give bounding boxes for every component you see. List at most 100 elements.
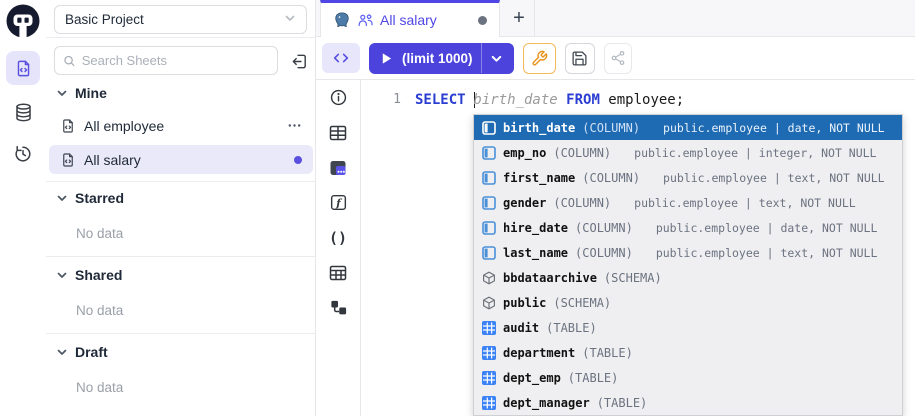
chevron-down-icon[interactable] bbox=[490, 52, 503, 65]
completion-item[interactable]: birth_date (COLUMN) public.employee | da… bbox=[474, 115, 902, 140]
completion-item[interactable]: gender (COLUMN) public.employee | text, … bbox=[474, 190, 902, 215]
rail-database-button[interactable] bbox=[6, 95, 40, 129]
completion-name: dept_emp bbox=[503, 371, 561, 385]
section-header-mine[interactable]: Mine bbox=[56, 85, 107, 101]
table-grid-icon bbox=[482, 371, 496, 385]
completion-name: birth_date bbox=[503, 121, 575, 135]
function-button[interactable]: f bbox=[328, 192, 349, 213]
play-icon bbox=[380, 52, 393, 65]
function-icon: f bbox=[329, 193, 348, 212]
sheet-item-all-salary[interactable]: All salary bbox=[49, 145, 313, 174]
tab-unsaved-dot bbox=[478, 16, 487, 25]
search-sheets-box bbox=[54, 46, 278, 75]
table-header-icon bbox=[328, 263, 348, 283]
section-header-starred[interactable]: Starred bbox=[56, 190, 124, 206]
completion-kind: (TABLE) bbox=[546, 321, 597, 335]
table-grid-icon bbox=[482, 346, 496, 360]
share-button[interactable] bbox=[604, 43, 632, 74]
info-button[interactable] bbox=[328, 87, 349, 108]
empty-state-text: No data bbox=[76, 380, 123, 395]
completion-name: dept_manager bbox=[503, 396, 590, 410]
schema-cube-icon bbox=[482, 296, 496, 310]
completion-item[interactable]: bbdataarchive (SCHEMA) bbox=[474, 265, 902, 290]
database-icon bbox=[13, 102, 34, 123]
line-number: 1 bbox=[362, 88, 415, 112]
chevron-down-icon bbox=[284, 12, 296, 27]
keyword-select: SELECT bbox=[415, 92, 474, 108]
column-icon bbox=[482, 121, 496, 135]
sql-workbench-app: Basic Project Mine bbox=[0, 0, 915, 416]
tab-all-salary[interactable]: All salary bbox=[320, 0, 500, 37]
postgres-elephant-icon bbox=[333, 11, 351, 29]
search-sheets-input[interactable] bbox=[82, 53, 269, 68]
completion-name: audit bbox=[503, 321, 539, 335]
completion-item[interactable]: last_name (COLUMN) public.employee | tex… bbox=[474, 240, 902, 265]
share-nodes-icon bbox=[610, 50, 626, 66]
tab-bar: All salary + bbox=[316, 0, 915, 37]
completion-item[interactable]: public (SCHEMA) bbox=[474, 290, 902, 315]
keyword-from: FROM bbox=[566, 92, 600, 108]
run-button-separator bbox=[481, 43, 482, 73]
sheet-code-icon bbox=[14, 59, 33, 78]
completion-kind: (SCHEMA) bbox=[553, 296, 611, 310]
completion-kind: (SCHEMA) bbox=[604, 271, 662, 285]
completion-name: last_name bbox=[503, 246, 568, 260]
schema-flow-button[interactable] bbox=[328, 297, 349, 318]
completion-item[interactable]: audit (TABLE) bbox=[474, 315, 902, 340]
code-text: SELECT birth_date FROM employee; bbox=[415, 88, 684, 112]
rail-history-button[interactable] bbox=[6, 137, 40, 171]
completion-kind: (COLUMN) bbox=[575, 246, 633, 260]
pivot-table-button[interactable] bbox=[328, 157, 349, 178]
section-label: Draft bbox=[75, 344, 108, 360]
save-button[interactable] bbox=[565, 43, 595, 74]
code-space bbox=[558, 92, 566, 108]
sql-editor[interactable]: 1 SELECT birth_date FROM employee; birth… bbox=[362, 80, 915, 416]
data-table-button[interactable] bbox=[328, 262, 349, 283]
shared-users-icon bbox=[357, 12, 374, 29]
new-tab-button[interactable]: + bbox=[504, 0, 535, 37]
completion-item[interactable]: dept_emp (TABLE) bbox=[474, 365, 902, 390]
code-line-1: 1 SELECT birth_date FROM employee; bbox=[362, 80, 915, 112]
unsaved-dot-indicator bbox=[294, 156, 302, 164]
project-row: Basic Project bbox=[46, 0, 315, 38]
empty-state-text: No data bbox=[76, 303, 123, 318]
sheet-item-all-employee[interactable]: All employee bbox=[49, 111, 313, 140]
section-divider bbox=[46, 333, 315, 334]
completion-item[interactable]: department (TABLE) bbox=[474, 340, 902, 365]
parentheses-icon: () bbox=[329, 229, 347, 247]
completion-kind: (TABLE) bbox=[582, 346, 633, 360]
sheet-item-label: All employee bbox=[84, 118, 164, 134]
variables-button[interactable]: () bbox=[328, 227, 349, 248]
code-view-toggle-button[interactable] bbox=[322, 43, 360, 73]
completion-detail: public.employee | date, NOT NULL bbox=[656, 221, 878, 235]
import-sheet-button[interactable] bbox=[286, 48, 312, 74]
project-selector[interactable]: Basic Project bbox=[54, 5, 307, 34]
section-header-shared[interactable]: Shared bbox=[56, 267, 122, 283]
code-brackets-icon bbox=[332, 49, 350, 67]
completion-item[interactable]: emp_no (COLUMN) public.employee | intege… bbox=[474, 140, 902, 165]
column-icon bbox=[482, 146, 496, 160]
toolbar: (limit 1000) bbox=[316, 37, 915, 80]
results-table-button[interactable] bbox=[328, 122, 349, 143]
run-query-button[interactable]: (limit 1000) bbox=[369, 43, 514, 74]
rail-sheets-button[interactable] bbox=[6, 51, 40, 85]
item-menu-button[interactable] bbox=[287, 118, 302, 133]
app-logo[interactable] bbox=[5, 3, 41, 39]
section-label: Starred bbox=[75, 190, 124, 206]
history-clock-icon bbox=[13, 144, 33, 164]
section-header-draft[interactable]: Draft bbox=[56, 344, 108, 360]
completion-item[interactable]: first_name (COLUMN) public.employee | te… bbox=[474, 165, 902, 190]
completion-kind: (COLUMN) bbox=[553, 146, 611, 160]
completion-name: public bbox=[503, 296, 546, 310]
completion-kind: (TABLE) bbox=[597, 396, 648, 410]
ghost-suggestion: birth_date bbox=[473, 92, 557, 108]
main-area: All salary + (limit 1000) bbox=[316, 0, 915, 416]
table-grid-icon bbox=[482, 396, 496, 410]
query-settings-button[interactable] bbox=[523, 43, 556, 74]
completion-kind: (COLUMN) bbox=[575, 221, 633, 235]
section-divider bbox=[46, 181, 315, 182]
completion-item[interactable]: dept_manager (TABLE) bbox=[474, 390, 902, 415]
pivot-colored-grid-icon bbox=[328, 158, 348, 178]
plus-icon: + bbox=[513, 7, 525, 30]
completion-item[interactable]: hire_date (COLUMN) public.employee | dat… bbox=[474, 215, 902, 240]
